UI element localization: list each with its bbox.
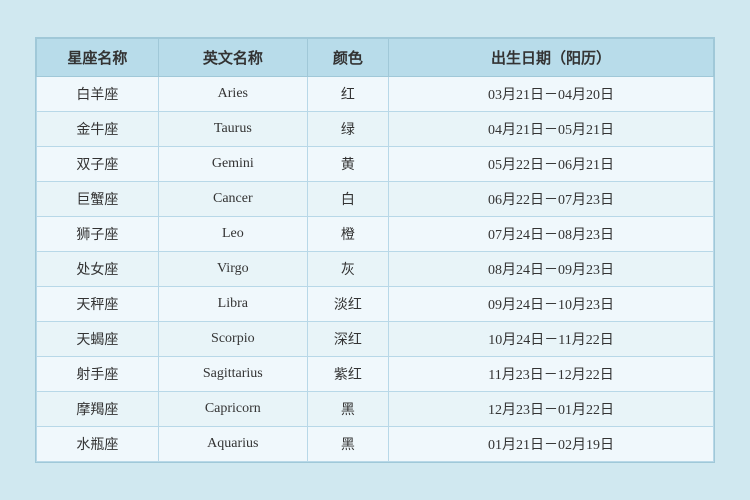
table-row: 水瓶座Aquarius黑01月21日－02月19日 <box>37 427 714 462</box>
cell-color: 淡红 <box>307 287 388 322</box>
cell-chinese: 狮子座 <box>37 217 159 252</box>
cell-color: 紫红 <box>307 357 388 392</box>
table-row: 双子座Gemini黄05月22日－06月21日 <box>37 147 714 182</box>
cell-color: 深红 <box>307 322 388 357</box>
cell-date: 08月24日－09月23日 <box>389 252 714 287</box>
cell-chinese: 摩羯座 <box>37 392 159 427</box>
header-chinese: 星座名称 <box>37 39 159 77</box>
table-body: 白羊座Aries红03月21日－04月20日金牛座Taurus绿04月21日－0… <box>37 77 714 462</box>
header-date: 出生日期（阳历） <box>389 39 714 77</box>
cell-english: Libra <box>158 287 307 322</box>
cell-date: 05月22日－06月21日 <box>389 147 714 182</box>
cell-date: 11月23日－12月22日 <box>389 357 714 392</box>
cell-chinese: 白羊座 <box>37 77 159 112</box>
table-row: 天秤座Libra淡红09月24日－10月23日 <box>37 287 714 322</box>
cell-english: Virgo <box>158 252 307 287</box>
cell-date: 09月24日－10月23日 <box>389 287 714 322</box>
table-header-row: 星座名称 英文名称 颜色 出生日期（阳历） <box>37 39 714 77</box>
cell-chinese: 双子座 <box>37 147 159 182</box>
table-row: 巨蟹座Cancer白06月22日－07月23日 <box>37 182 714 217</box>
cell-english: Aries <box>158 77 307 112</box>
cell-chinese: 水瓶座 <box>37 427 159 462</box>
cell-chinese: 天秤座 <box>37 287 159 322</box>
table-row: 金牛座Taurus绿04月21日－05月21日 <box>37 112 714 147</box>
cell-chinese: 巨蟹座 <box>37 182 159 217</box>
table-row: 白羊座Aries红03月21日－04月20日 <box>37 77 714 112</box>
cell-chinese: 射手座 <box>37 357 159 392</box>
table-row: 天蝎座Scorpio深红10月24日－11月22日 <box>37 322 714 357</box>
cell-chinese: 天蝎座 <box>37 322 159 357</box>
cell-color: 黑 <box>307 392 388 427</box>
cell-color: 黄 <box>307 147 388 182</box>
cell-date: 12月23日－01月22日 <box>389 392 714 427</box>
cell-date: 06月22日－07月23日 <box>389 182 714 217</box>
cell-color: 黑 <box>307 427 388 462</box>
cell-color: 白 <box>307 182 388 217</box>
cell-english: Taurus <box>158 112 307 147</box>
cell-date: 04月21日－05月21日 <box>389 112 714 147</box>
cell-chinese: 处女座 <box>37 252 159 287</box>
cell-english: Aquarius <box>158 427 307 462</box>
cell-color: 灰 <box>307 252 388 287</box>
cell-english: Cancer <box>158 182 307 217</box>
table-row: 狮子座Leo橙07月24日－08月23日 <box>37 217 714 252</box>
header-english: 英文名称 <box>158 39 307 77</box>
table-row: 处女座Virgo灰08月24日－09月23日 <box>37 252 714 287</box>
cell-date: 03月21日－04月20日 <box>389 77 714 112</box>
table-row: 摩羯座Capricorn黑12月23日－01月22日 <box>37 392 714 427</box>
table-row: 射手座Sagittarius紫红11月23日－12月22日 <box>37 357 714 392</box>
cell-english: Sagittarius <box>158 357 307 392</box>
cell-date: 01月21日－02月19日 <box>389 427 714 462</box>
cell-color: 绿 <box>307 112 388 147</box>
cell-english: Gemini <box>158 147 307 182</box>
zodiac-table: 星座名称 英文名称 颜色 出生日期（阳历） 白羊座Aries红03月21日－04… <box>36 38 714 462</box>
cell-color: 橙 <box>307 217 388 252</box>
cell-date: 07月24日－08月23日 <box>389 217 714 252</box>
cell-english: Scorpio <box>158 322 307 357</box>
header-color: 颜色 <box>307 39 388 77</box>
cell-english: Leo <box>158 217 307 252</box>
cell-english: Capricorn <box>158 392 307 427</box>
cell-date: 10月24日－11月22日 <box>389 322 714 357</box>
zodiac-table-container: 星座名称 英文名称 颜色 出生日期（阳历） 白羊座Aries红03月21日－04… <box>35 37 715 463</box>
cell-color: 红 <box>307 77 388 112</box>
cell-chinese: 金牛座 <box>37 112 159 147</box>
